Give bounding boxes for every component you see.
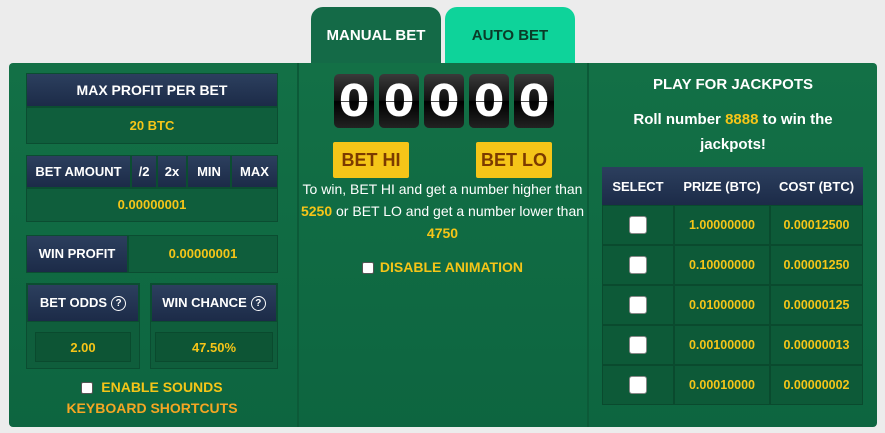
min-bet-button[interactable]: MIN bbox=[187, 155, 231, 188]
enable-sounds-checkbox[interactable] bbox=[81, 382, 94, 395]
table-row-select bbox=[602, 365, 674, 405]
bet-lo-button[interactable]: BET LO bbox=[476, 142, 552, 178]
jackpot-checkbox[interactable] bbox=[629, 376, 647, 394]
bet-odds-header: BET ODDS? bbox=[27, 284, 139, 322]
table-row-select bbox=[602, 245, 674, 285]
jackpot-prize: 1.00000000 bbox=[674, 205, 770, 245]
disable-animation-label[interactable]: DISABLE ANIMATION bbox=[380, 259, 523, 275]
bet-amount-row: BET AMOUNT /2 2x MIN MAX bbox=[26, 155, 278, 188]
jackpot-prize: 0.00100000 bbox=[674, 325, 770, 365]
roll-prefix: Roll number bbox=[633, 111, 721, 128]
win-chance-box: WIN CHANCE? 47.50% bbox=[150, 283, 278, 369]
info-text-1: To win, BET HI and get a number higher t… bbox=[302, 181, 583, 197]
jackpot-cost: 0.00000125 bbox=[770, 285, 863, 325]
bet-odds-input[interactable]: 2.00 bbox=[35, 332, 131, 362]
roll-digit: 0 bbox=[379, 74, 419, 128]
bet-amount-input[interactable]: 0.00000001 bbox=[26, 188, 278, 222]
win-chance-label: WIN CHANCE bbox=[162, 295, 247, 310]
tab-manual-bet[interactable]: MANUAL BET bbox=[311, 7, 441, 65]
jackpot-prize: 0.10000000 bbox=[674, 245, 770, 285]
col-prize-header: PRIZE (BTC) bbox=[674, 167, 770, 205]
half-bet-button[interactable]: /2 bbox=[131, 155, 157, 188]
jackpot-cost: 0.00001250 bbox=[770, 245, 863, 285]
max-profit-value: 20 BTC bbox=[26, 107, 278, 144]
disable-animation-checkbox[interactable] bbox=[362, 262, 374, 275]
info-text-2: or BET LO and get a number lower than bbox=[336, 203, 585, 219]
double-bet-button[interactable]: 2x bbox=[157, 155, 187, 188]
bet-hi-button[interactable]: BET HI bbox=[333, 142, 409, 178]
enable-sounds-row: ENABLE SOUNDS bbox=[26, 379, 278, 395]
main-panel: MAX PROFIT PER BET 20 BTC BET AMOUNT /2 … bbox=[9, 63, 877, 427]
lo-threshold: 4750 bbox=[426, 225, 459, 241]
win-chance-input[interactable]: 47.50% bbox=[155, 332, 273, 362]
jackpot-cost: 0.00000013 bbox=[770, 325, 863, 365]
table-row-select bbox=[602, 325, 674, 365]
table-row-select bbox=[602, 205, 674, 245]
roll-digit: 0 bbox=[469, 74, 509, 128]
jackpot-checkbox[interactable] bbox=[629, 336, 647, 354]
hi-threshold: 5250 bbox=[300, 203, 333, 219]
max-profit-header: MAX PROFIT PER BET bbox=[26, 73, 278, 107]
keyboard-shortcuts-link[interactable]: KEYBOARD SHORTCUTS bbox=[26, 400, 278, 416]
tab-auto-bet[interactable]: AUTO BET bbox=[445, 7, 575, 65]
jackpots-title: PLAY FOR JACKPOTS bbox=[652, 76, 814, 93]
jackpot-checkbox[interactable] bbox=[629, 296, 647, 314]
column-divider bbox=[587, 63, 589, 427]
bet-odds-label: BET ODDS bbox=[39, 295, 108, 310]
disable-animation-row: DISABLE ANIMATION bbox=[300, 259, 585, 275]
enable-sounds-label[interactable]: ENABLE SOUNDS bbox=[101, 379, 222, 395]
jackpot-cost: 0.00000002 bbox=[770, 365, 863, 405]
table-row-select bbox=[602, 285, 674, 325]
bet-odds-box: BET ODDS? 2.00 bbox=[26, 283, 140, 369]
column-divider bbox=[297, 63, 299, 427]
help-icon[interactable]: ? bbox=[250, 296, 266, 312]
jackpot-prize: 0.00010000 bbox=[674, 365, 770, 405]
jackpot-checkbox[interactable] bbox=[629, 216, 647, 234]
bet-mode-tabs: MANUAL BET AUTO BET bbox=[311, 7, 575, 65]
jackpot-prize: 0.01000000 bbox=[674, 285, 770, 325]
win-chance-header: WIN CHANCE? bbox=[151, 284, 277, 322]
jackpot-number: 8888 bbox=[725, 111, 759, 128]
help-icon[interactable]: ? bbox=[111, 296, 127, 312]
roll-digit: 0 bbox=[514, 74, 554, 128]
col-cost-header: COST (BTC) bbox=[770, 167, 863, 205]
jackpots-subtitle: Roll number 8888 to win the jackpots! bbox=[604, 107, 862, 157]
win-profit-label: WIN PROFIT bbox=[26, 235, 128, 273]
jackpot-cost: 0.00012500 bbox=[770, 205, 863, 245]
win-profit-value: 0.00000001 bbox=[128, 235, 278, 273]
roll-digit: 0 bbox=[334, 74, 374, 128]
jackpot-checkbox[interactable] bbox=[629, 256, 647, 274]
col-select-header: SELECT bbox=[602, 167, 674, 205]
roll-digit: 0 bbox=[424, 74, 464, 128]
bet-instructions: To win, BET HI and get a number higher t… bbox=[300, 178, 585, 244]
bet-amount-label: BET AMOUNT bbox=[26, 155, 131, 188]
max-bet-button[interactable]: MAX bbox=[231, 155, 278, 188]
